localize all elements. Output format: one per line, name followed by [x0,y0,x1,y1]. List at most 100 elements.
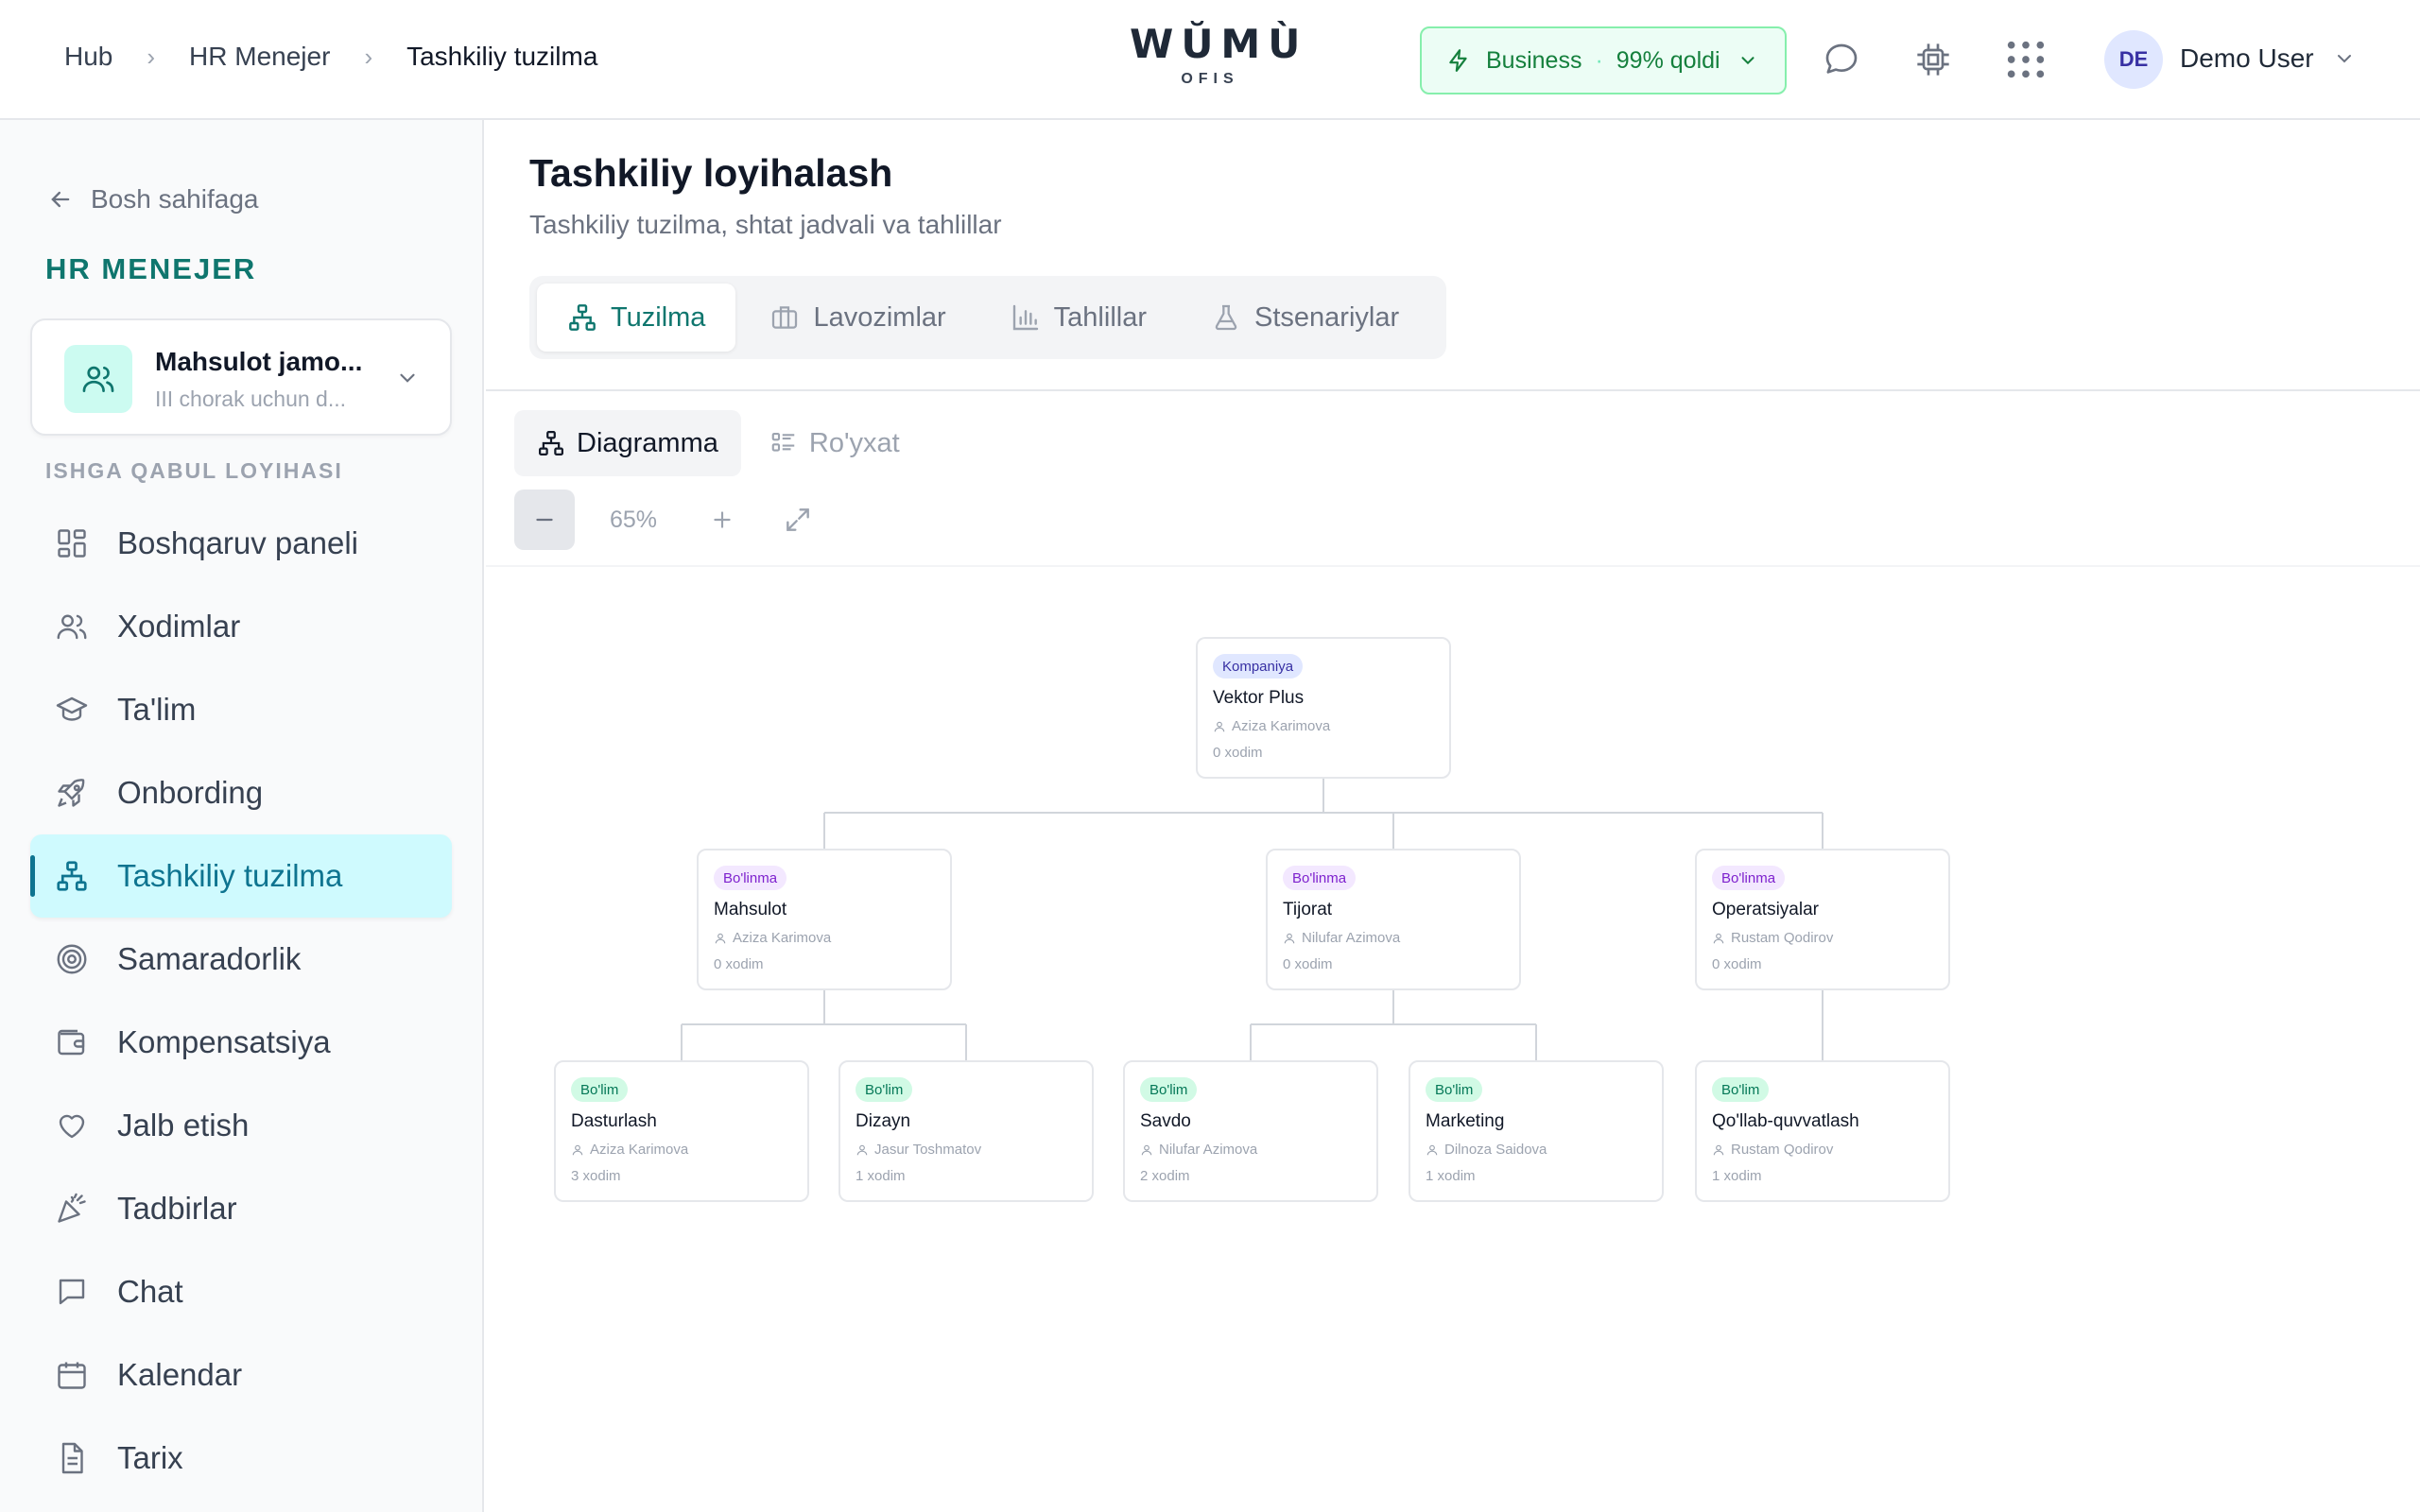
sidebar-item-events[interactable]: Tadbirlar [30,1167,452,1250]
user-icon [1214,721,1225,731]
sidebar-item-employees[interactable]: Xodimlar [30,585,452,668]
user-icon [1426,1144,1438,1155]
heart-icon [53,1107,91,1144]
tab-analytics[interactable]: Tahlillar [980,284,1177,352]
org-chart-icon [53,857,91,895]
user-icon [856,1144,868,1155]
node-manager-name: Rustam Qodirov [1731,930,1834,946]
fit-to-screen-button[interactable] [768,490,828,550]
sidebar-item-engagement[interactable]: Jalb etish [30,1084,452,1167]
chevron-down-icon[interactable] [2333,47,2356,75]
tab-label: Tahlillar [1053,301,1147,333]
tab-scenarios[interactable]: Stsenariylar [1181,284,1429,352]
sidebar-item-label: Onbording [117,775,264,810]
avatar[interactable]: DE [2104,30,2163,89]
sidebar-item-onboarding[interactable]: Onbording [30,751,452,834]
sidebar-item-compensation[interactable]: Kompensatsiya [30,1001,452,1084]
back-to-home-link[interactable]: Bosh sahifaga [47,184,258,215]
tab-label: Stsenariylar [1254,301,1400,333]
top-bar: Hub › HR Menejer › Tashkiliy tuzilma WŬM… [0,0,2420,120]
app-logo[interactable]: WŬMÙ OFIS [1130,21,1308,88]
sidebar-item-education[interactable]: Ta'lim [30,668,452,751]
sidebar: Bosh sahifaga HR MENEJER Mahsulot jamo..… [0,120,484,1512]
apps-grid-icon[interactable] [2004,38,2048,81]
node-manager-name: Jasur Toshmatov [874,1142,982,1158]
page-subtitle: Tashkiliy tuzilma, shtat jadvali va tahl… [529,210,1002,239]
zoom-out-button[interactable] [514,490,575,550]
node-employee-count: 0 xodim [1712,956,1762,972]
org-node-company[interactable]: Kompaniya Vektor Plus Aziza Karimova 0 x… [1196,637,1451,779]
tab-structure[interactable]: Tuzilma [537,284,736,352]
plus-icon [714,511,731,528]
users-icon [53,608,91,645]
sidebar-item-label: Chat [117,1274,183,1309]
node-manager: Dilnoza Saidova [1426,1142,1547,1158]
sidebar-item-label: Tadbirlar [117,1191,237,1226]
list-icon [771,432,795,452]
document-icon [53,1439,91,1477]
node-employee-count: 1 xodim [856,1168,906,1184]
node-employee-count: 0 xodim [1213,745,1263,761]
sidebar-item-chat[interactable]: Chat [30,1250,452,1333]
sidebar-item-org-structure[interactable]: Tashkiliy tuzilma [30,834,452,918]
node-manager: Rustam Qodirov [1712,930,1833,946]
sidebar-item-dashboard[interactable]: Boshqaruv paneli [30,502,452,585]
node-manager: Aziza Karimova [714,930,831,946]
org-node-department[interactable]: Bo'lim Marketing Dilnoza Saidova 1 xodim [1409,1060,1664,1202]
party-icon [53,1190,91,1228]
node-manager-name: Rustam Qodirov [1731,1142,1834,1158]
node-manager-name: Aziza Karimova [1232,718,1331,734]
breadcrumb-hr-manager[interactable]: HR Menejer [189,42,330,72]
org-node-department[interactable]: Bo'lim Dizayn Jasur Toshmatov 1 xodim [838,1060,1094,1202]
node-type-badge: Bo'linma [1712,866,1786,890]
node-manager: Jasur Toshmatov [856,1142,981,1158]
sidebar-item-performance[interactable]: Samaradorlik [30,918,452,1001]
sidebar-item-history[interactable]: Tarix [30,1417,452,1500]
zoom-controls: 65% [514,490,828,550]
view-switcher: Diagramma Ro'yxat [514,410,928,476]
node-manager-name: Aziza Karimova [733,930,832,946]
node-employee-count: 0 xodim [714,956,764,972]
user-icon [1141,1144,1152,1155]
tab-positions[interactable]: Lavozimlar [739,284,976,352]
divider [486,389,2420,391]
chevron-down-icon [395,366,420,395]
project-name: Mahsulot jamo... [155,347,363,376]
chat-icon [53,1273,91,1311]
zoom-in-button[interactable] [692,490,752,550]
team-icon [64,345,132,413]
org-node-department[interactable]: Bo'lim Dasturlash Aziza Karimova 3 xodim [554,1060,809,1202]
sidebar-item-label: Boshqaruv paneli [117,525,359,560]
breadcrumb: Hub › HR Menejer › Tashkiliy tuzilma [64,42,597,72]
node-type-badge: Kompaniya [1213,654,1304,679]
chat-bubble-icon[interactable] [1820,38,1863,81]
org-node-division[interactable]: Bo'linma Tijorat Nilufar Azimova 0 xodim [1266,849,1521,990]
node-type-badge: Bo'lim [1140,1077,1198,1102]
briefcase-icon [772,306,798,329]
org-node-division[interactable]: Bo'linma Mahsulot Aziza Karimova 0 xodim [697,849,952,990]
page-title: Tashkiliy loyihalash [529,151,893,195]
project-selector[interactable]: Mahsulot jamo... III chorak uchun d... [30,318,452,436]
view-list[interactable]: Ro'yxat [747,410,923,476]
node-employee-count: 0 xodim [1283,956,1333,972]
node-employee-count: 1 xodim [1426,1168,1476,1184]
logo-word: WŬMÙ [1130,21,1308,67]
plan-selector[interactable]: Business · 99% qoldi [1420,26,1787,94]
chip-icon[interactable] [1911,38,1955,81]
org-node-department[interactable]: Bo'lim Qo'llab-quvvatlash Rustam Qodirov… [1695,1060,1950,1202]
breadcrumb-current: Tashkiliy tuzilma [406,42,598,71]
view-diagram[interactable]: Diagramma [514,410,741,476]
org-node-division[interactable]: Bo'linma Operatsiyalar Rustam Qodirov 0 … [1695,849,1950,990]
calendar-icon [53,1356,91,1394]
logo-subtitle: OFIS [1181,71,1239,87]
sidebar-item-label: Samaradorlik [117,941,302,976]
sidebar-item-calendar[interactable]: Kalendar [30,1333,452,1417]
node-manager: Nilufar Azimova [1283,930,1400,946]
breadcrumb-hub[interactable]: Hub [64,42,112,72]
user-name[interactable]: Demo User [2180,43,2314,74]
wallet-icon [53,1023,91,1061]
plan-quota: 99% qoldi [1616,46,1720,74]
org-node-department[interactable]: Bo'lim Savdo Nilufar Azimova 2 xodim [1123,1060,1378,1202]
sidebar-nav: Boshqaruv paneli Xodimlar Ta'lim Onbordi… [30,502,452,1500]
node-manager: Aziza Karimova [1213,718,1330,734]
